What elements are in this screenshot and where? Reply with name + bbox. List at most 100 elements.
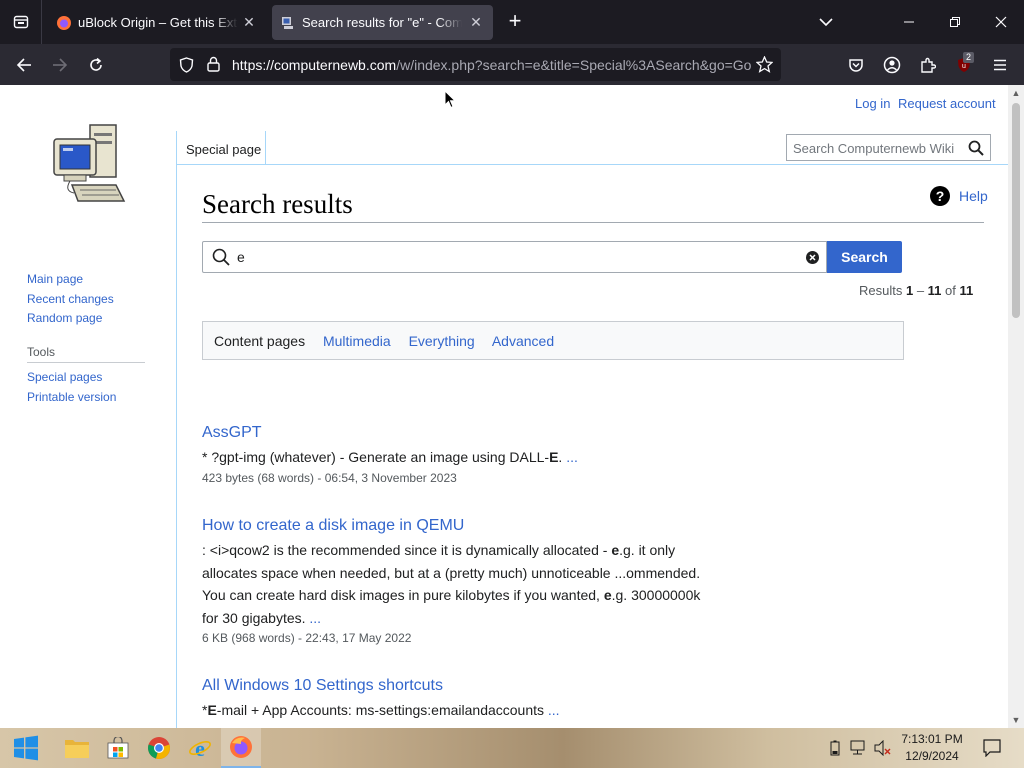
- minimize-button[interactable]: [886, 0, 932, 44]
- profile-multimedia[interactable]: Multimedia: [323, 333, 391, 349]
- close-tab-icon[interactable]: ✕: [467, 13, 485, 31]
- new-tab-button[interactable]: +: [503, 10, 527, 34]
- back-button[interactable]: [9, 50, 39, 80]
- store-bag-icon: [107, 737, 129, 759]
- wiki-logo[interactable]: [50, 121, 126, 207]
- result-title-link[interactable]: All Windows 10 Settings shortcuts: [202, 677, 443, 694]
- star-bookmark-icon[interactable]: [756, 56, 773, 73]
- windows-logo-icon: [14, 735, 38, 761]
- close-tab-icon[interactable]: ✕: [240, 13, 258, 31]
- volume-muted-icon[interactable]: [874, 740, 892, 756]
- clock-time: 7:13:01 PM: [901, 732, 963, 746]
- taskbar-internet-explorer[interactable]: e: [180, 728, 220, 768]
- clear-icon[interactable]: [806, 251, 819, 264]
- restore-button[interactable]: [932, 0, 978, 44]
- wiki-search-placeholder: Search Computernewb Wiki: [793, 141, 955, 156]
- taskbar-chrome[interactable]: [139, 728, 179, 768]
- app-menu-button[interactable]: [985, 50, 1015, 80]
- nav-recent-changes[interactable]: Recent changes: [27, 290, 114, 310]
- pocket-button[interactable]: [841, 50, 871, 80]
- hamburger-menu-icon: [994, 59, 1006, 71]
- search-profile-tabs: Content pages Multimedia Everything Adva…: [202, 321, 904, 360]
- firefox-addons-icon: [57, 15, 71, 30]
- list-all-tabs-button[interactable]: [803, 0, 849, 44]
- tab-ublock-origin[interactable]: uBlock Origin – Get this Extensi ✕: [48, 5, 266, 40]
- puzzle-icon: [921, 57, 936, 73]
- profile-everything[interactable]: Everything: [409, 333, 475, 349]
- firefox-icon: [230, 736, 252, 758]
- firefox-view-button[interactable]: [0, 0, 42, 44]
- close-window-button[interactable]: [978, 0, 1024, 44]
- firefox-view-icon: [13, 15, 28, 29]
- url-text[interactable]: https://computernewb.com/w/index.php?sea…: [232, 57, 752, 73]
- help-link[interactable]: ? Help: [930, 186, 988, 206]
- system-clock[interactable]: 7:13:01 PM 12/9/2024: [898, 731, 966, 765]
- search-icon[interactable]: [968, 140, 984, 156]
- chevron-down-icon: [819, 18, 833, 27]
- result-title-link[interactable]: How to create a disk image in QEMU: [202, 517, 464, 534]
- results-dash: –: [913, 283, 928, 298]
- account-icon: [883, 56, 901, 74]
- result-title-link[interactable]: AssGPT: [202, 424, 262, 441]
- shield-icon[interactable]: [179, 57, 194, 73]
- request-account-link[interactable]: Request account: [898, 96, 996, 111]
- svg-text:e: e: [195, 736, 205, 760]
- nav-random-page[interactable]: Random page: [27, 309, 114, 329]
- results-total: 11: [959, 283, 974, 298]
- tab-search-results[interactable]: Search results for "e" - Comput ✕: [272, 5, 493, 40]
- profile-content-pages[interactable]: Content pages: [214, 333, 305, 349]
- web-page: Log in Request account Main page Recent …: [0, 85, 1008, 728]
- snippet-line: for 30 gigabytes. ...: [202, 609, 322, 626]
- tab-bar: uBlock Origin – Get this Extensi ✕ Searc…: [0, 0, 1024, 44]
- results-to: 11: [927, 283, 942, 298]
- url-path: /w/index.php?search=e&title=Special%3ASe…: [396, 57, 752, 73]
- tab-special-page[interactable]: Special page: [176, 131, 266, 165]
- tools-heading: Tools: [27, 345, 56, 359]
- network-icon[interactable]: [850, 740, 868, 756]
- extensions-button[interactable]: [913, 50, 943, 80]
- scroll-down-icon[interactable]: ▼: [1008, 712, 1024, 728]
- search-icon: [212, 248, 230, 266]
- svg-text:u: u: [962, 63, 966, 70]
- profile-advanced[interactable]: Advanced: [492, 333, 554, 349]
- login-link[interactable]: Log in: [855, 96, 890, 111]
- result-snippet: * ?gpt-img (whatever) - Generate an imag…: [202, 446, 902, 469]
- windows-taskbar: e 7:13:01 PM 12/9/2024: [0, 728, 1024, 768]
- reload-button[interactable]: [81, 50, 111, 80]
- account-button[interactable]: [877, 50, 907, 80]
- scroll-up-icon[interactable]: ▲: [1008, 85, 1024, 101]
- ublock-origin-button[interactable]: u 2: [949, 50, 979, 80]
- result-snippet: : <i>qcow2 is the recommended since it i…: [202, 539, 902, 629]
- internet-explorer-icon: e: [189, 736, 211, 760]
- reload-icon: [90, 57, 102, 71]
- page-scrollbar[interactable]: ▲ ▼: [1008, 85, 1024, 728]
- scrollbar-thumb[interactable]: [1012, 103, 1020, 318]
- lock-icon[interactable]: [207, 56, 220, 72]
- snippet-line: * ?gpt-img (whatever) - Generate an imag…: [202, 449, 578, 465]
- forward-button[interactable]: [45, 50, 75, 80]
- result-meta: 6 KB (968 words) - 22:43, 17 May 2022: [202, 631, 412, 645]
- results-count: Results 1 – 11 of 11: [859, 283, 973, 298]
- address-bar[interactable]: https://computernewb.com/w/index.php?sea…: [170, 48, 781, 81]
- search-query-input[interactable]: e: [202, 241, 827, 273]
- arrow-right-icon: [53, 58, 68, 72]
- nav-special-pages[interactable]: Special pages: [27, 368, 116, 388]
- chrome-icon: [148, 737, 170, 760]
- page-title: Search results: [202, 189, 353, 219]
- search-result: AssGPT * ?gpt-img (whatever) - Generate …: [202, 424, 902, 485]
- tab-title: uBlock Origin – Get this Extensi: [78, 15, 238, 30]
- start-button[interactable]: [6, 728, 46, 768]
- search-button[interactable]: Search: [827, 241, 902, 273]
- taskbar-file-explorer[interactable]: [57, 728, 97, 768]
- taskbar-firefox[interactable]: [221, 728, 261, 768]
- pocket-icon: [849, 59, 863, 72]
- battery-icon[interactable]: [826, 740, 844, 756]
- taskbar-microsoft-store[interactable]: [98, 728, 138, 768]
- wiki-search-input[interactable]: Search Computernewb Wiki: [786, 134, 991, 161]
- nav-main-page[interactable]: Main page: [27, 270, 114, 290]
- nav-printable-version[interactable]: Printable version: [27, 388, 116, 408]
- mouse-cursor-icon: [444, 90, 456, 109]
- notifications-icon[interactable]: [982, 738, 1002, 758]
- tools-navigation: Special pages Printable version: [27, 368, 116, 407]
- clock-date: 12/9/2024: [905, 749, 959, 763]
